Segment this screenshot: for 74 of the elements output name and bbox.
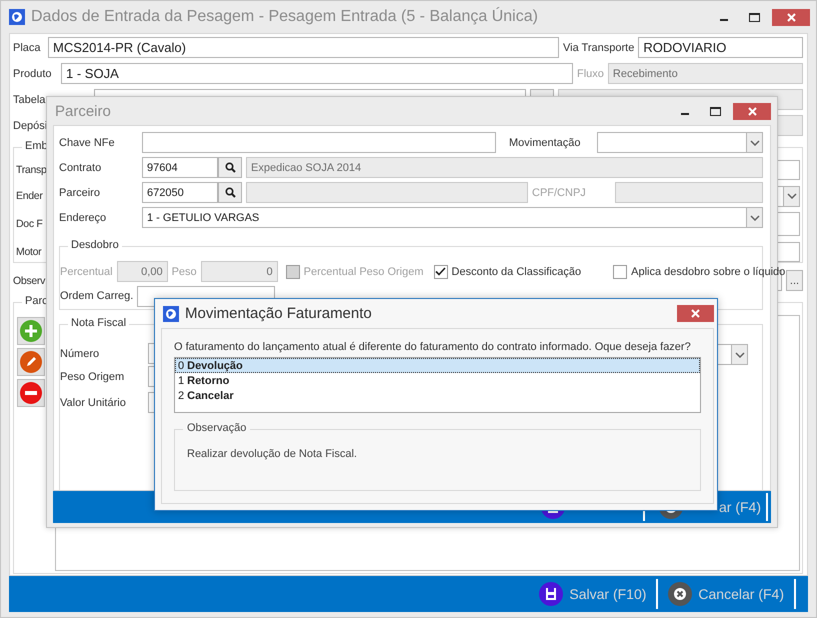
address-select[interactable]: 1 - GETULIO VARGAS xyxy=(142,207,763,228)
close-icon xyxy=(748,106,756,116)
maximize-icon xyxy=(748,12,760,22)
field-label: Depósi xyxy=(13,120,48,132)
product-field[interactable]: 1 - SOJA xyxy=(61,63,573,84)
edit-button[interactable] xyxy=(17,348,45,376)
dialog-title: Movimentação Faturamento xyxy=(185,305,373,322)
message-text: O faturamento do lançamento atual é diferente do faturamento do contrato informado. Oque deseja fazer? xyxy=(174,341,691,353)
plus-icon xyxy=(20,320,42,342)
field-label: Transp xyxy=(16,164,46,176)
checkbox[interactable] xyxy=(434,264,448,278)
checkbox[interactable] xyxy=(613,264,628,278)
notes-text: Realizar devolução de Nota Fiscal. xyxy=(187,448,357,460)
contract-description-field: Expedicao SOJA 2014 xyxy=(246,157,763,178)
chevron-icon xyxy=(750,140,760,146)
checkbox-label: Aplica desdobro sobre o líquido xyxy=(631,266,786,278)
search-button[interactable] xyxy=(218,157,242,178)
field-label: Fluxo xyxy=(577,68,604,80)
close-icon xyxy=(786,12,796,22)
search-icon xyxy=(224,187,236,198)
ellipsis-button[interactable]: ... xyxy=(786,270,803,291)
nfe-key-field[interactable] xyxy=(142,132,496,153)
field-label: CPF/CNPJ xyxy=(532,186,587,198)
field-label: Endereço xyxy=(59,212,108,224)
save-icon xyxy=(539,582,564,606)
search-icon xyxy=(224,162,236,173)
close-icon xyxy=(691,309,700,318)
field-label: Parceiro xyxy=(59,186,101,198)
field-label: Número xyxy=(60,348,100,360)
field-label: Tabela xyxy=(13,94,46,106)
field-label: Via Transporte xyxy=(563,42,634,54)
field-label: Ender xyxy=(16,190,43,202)
field-label: Ordem Carreg. xyxy=(60,290,134,302)
search-button[interactable] xyxy=(218,182,242,203)
field-label: Produto xyxy=(13,68,53,80)
maximize-icon xyxy=(710,106,720,116)
minus-icon xyxy=(20,382,42,404)
contract-field[interactable]: 97604 xyxy=(142,157,218,178)
window-title: Dados de Entrada da Pesagem - Pesagem Entrada (5 - Balança Única) xyxy=(31,8,539,26)
dialog-title: Parceiro xyxy=(55,102,112,120)
field-label: Doc F xyxy=(16,218,43,230)
partner-field[interactable]: 672050 xyxy=(142,182,218,203)
list-item[interactable]: 2 Cancelar xyxy=(175,388,700,403)
app-icon xyxy=(163,306,179,322)
field-label: Movimentação xyxy=(509,136,582,148)
transport-field[interactable]: RODOVIARIO xyxy=(638,37,803,58)
plate-field[interactable]: MCS2014-PR (Cavalo) xyxy=(48,37,559,58)
pencil-icon xyxy=(20,351,42,373)
field-label: Observ xyxy=(13,274,46,286)
field-label: Chave NFe xyxy=(59,136,116,148)
field-label: Peso xyxy=(172,266,197,278)
field-label: Percentual xyxy=(60,266,113,278)
field-label: Valor Unitário xyxy=(60,396,127,408)
chevron-icon xyxy=(786,193,796,199)
field-label: Motor xyxy=(16,246,42,258)
close-button[interactable] xyxy=(772,8,810,26)
checkbox-label: Desconto da Classificação xyxy=(452,266,582,278)
list-item[interactable]: 0 Devolução xyxy=(175,358,700,373)
field-label: Peso Origem xyxy=(60,370,126,382)
field-label: Contrato xyxy=(59,162,102,174)
group-title: Observação xyxy=(183,422,250,434)
add-button[interactable] xyxy=(17,317,45,345)
field-label: Placa xyxy=(13,42,42,54)
group-title: Nota Fiscal xyxy=(68,317,130,329)
close-button[interactable] xyxy=(677,305,714,322)
chevron-icon xyxy=(734,352,744,358)
list-item[interactable]: 1 Retorno xyxy=(175,373,700,388)
cancel-icon xyxy=(668,582,692,606)
checkbox-label: Percentual Peso Origem xyxy=(304,266,424,278)
close-button[interactable] xyxy=(733,102,771,120)
app-icon xyxy=(9,9,25,25)
group-title: Desdobro xyxy=(68,239,122,251)
chevron-icon xyxy=(750,214,760,220)
remove-button[interactable] xyxy=(17,379,45,407)
